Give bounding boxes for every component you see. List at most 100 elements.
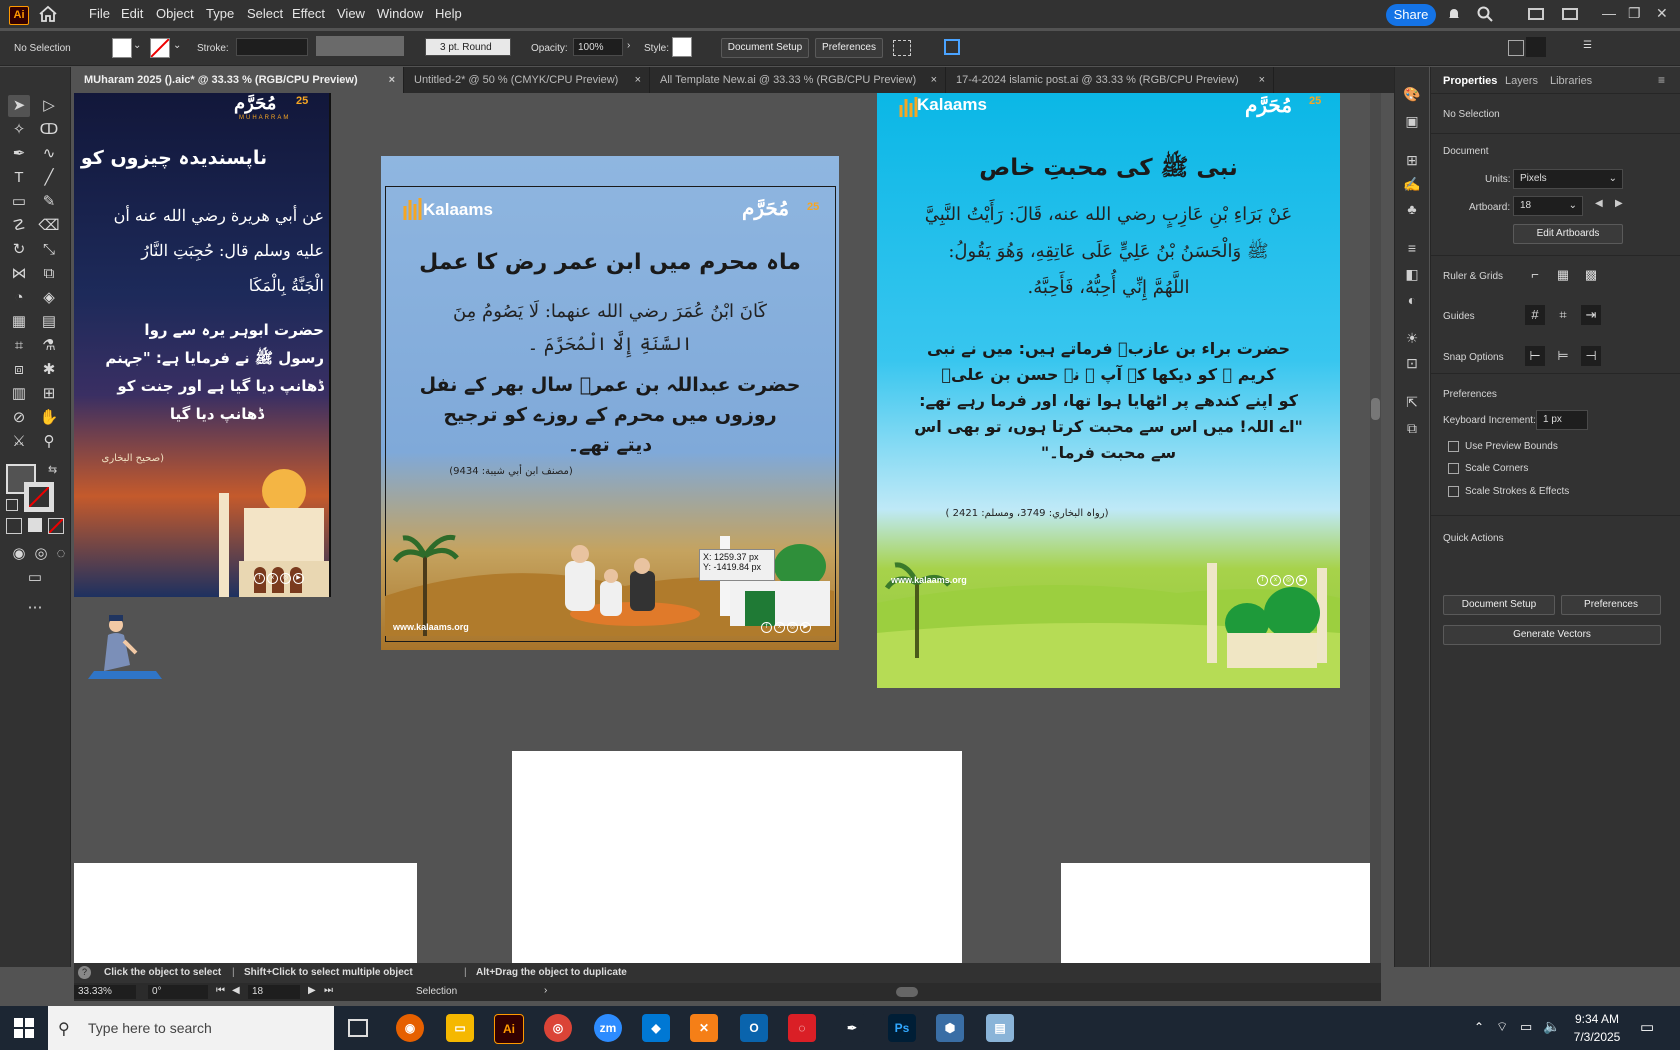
artboard-center[interactable]: Kalaams مُحَرَّم 25 ماہ محرم میں ابن عمر… [381, 156, 839, 650]
line-tool-icon[interactable]: ╱ [38, 167, 60, 189]
clock-date[interactable]: 7/3/2025 [1572, 1030, 1622, 1044]
color-mode-icon[interactable] [6, 518, 22, 534]
document-setup-button[interactable]: Document Setup [721, 38, 809, 58]
facebook-icon[interactable]: f [254, 573, 265, 584]
graphic-styles-icon[interactable]: ⊡ [1403, 354, 1421, 372]
menu-object[interactable]: Object [156, 6, 194, 21]
previous-artboard-icon[interactable]: ◀ [1595, 198, 1603, 209]
transparency-icon[interactable]: ◐ [1403, 291, 1421, 309]
notes-app-icon[interactable]: ▤ [986, 1014, 1014, 1042]
instagram-icon[interactable]: ◎ [787, 622, 798, 633]
tab-islamic-post[interactable]: 17-4-2024 islamic post.ai @ 33.33 % (RGB… [946, 67, 1274, 93]
panel-menu-icon[interactable]: ≡ [1658, 73, 1665, 87]
youtube-icon[interactable]: ▶ [1296, 575, 1307, 586]
rotate-tool-icon[interactable]: ↻ [8, 239, 30, 261]
share-button[interactable]: Share [1386, 4, 1436, 26]
x-icon[interactable]: x [267, 573, 278, 584]
align-icon[interactable] [1508, 40, 1524, 56]
chevron-down-icon[interactable]: ⌄ [133, 40, 141, 51]
free-transform-icon[interactable]: ⧉ [38, 263, 60, 285]
more-tools-icon[interactable]: ⋯ [24, 597, 46, 619]
selection-tool-icon[interactable]: ➤ [8, 95, 30, 117]
menu-window[interactable]: Window [377, 6, 423, 21]
zoom-field[interactable]: 33.33% [74, 985, 136, 999]
curvature-tool-icon[interactable]: ∿ [38, 143, 60, 165]
chevron-right-icon[interactable]: › [627, 40, 630, 51]
close-icon[interactable]: × [931, 67, 937, 93]
screen-mode-icon[interactable]: ▭ [24, 567, 46, 589]
brushes-icon[interactable]: ✍ [1403, 175, 1421, 193]
stroke-panel-icon[interactable]: ≡ [1403, 239, 1421, 257]
wifi-icon[interactable]: ⌔ [1496, 1019, 1508, 1035]
artboard-dropdown[interactable]: 18 ⌄ [1513, 196, 1583, 216]
snap-to-pixel-icon[interactable]: ⊣ [1581, 346, 1601, 366]
artboard-tool-icon[interactable]: ⊞ [38, 383, 60, 405]
export-icon[interactable]: ⇱ [1403, 393, 1421, 411]
artboard-left[interactable]: مُحَرَّم 25 MUHARRAM ناپسندیدہ چیزوں کو … [74, 93, 331, 597]
magic-wand-icon[interactable]: ✧ [8, 119, 30, 141]
variable-width-profile[interactable] [316, 36, 404, 56]
lock-guides-icon[interactable]: ⌗ [1553, 305, 1573, 325]
draw-normal-icon[interactable]: ◉ [8, 543, 30, 565]
show-guides-icon[interactable]: # [1525, 305, 1545, 325]
artboard-blank-left[interactable] [74, 863, 417, 963]
swap-colors-icon[interactable]: ⇆ [48, 463, 57, 476]
hand-tool-icon[interactable]: ✋ [38, 407, 60, 429]
x-icon[interactable]: x [1270, 575, 1281, 586]
task-view-icon[interactable] [348, 1019, 368, 1037]
menu-type[interactable]: Type [206, 6, 234, 21]
edit-artboards-button[interactable]: Edit Artboards [1513, 224, 1623, 244]
clock-time[interactable]: 9:34 AM [1572, 1012, 1622, 1026]
shape-builder-icon[interactable]: ◔ [8, 287, 30, 309]
units-dropdown[interactable]: Pixels ⌄ [1513, 169, 1623, 189]
xampp-icon[interactable]: ✕ [690, 1014, 718, 1042]
stroke-weight-field[interactable] [236, 38, 308, 56]
blend-tool-icon[interactable]: ⧈ [8, 359, 30, 381]
menu-file[interactable]: File [89, 6, 110, 21]
tab-untitled-2[interactable]: Untitled-2* @ 50 % (CMYK/CPU Preview) × [404, 67, 650, 93]
scrollbar-thumb[interactable] [1371, 398, 1380, 420]
slice-tool-icon[interactable]: ⊘ [8, 407, 30, 429]
close-icon[interactable]: × [635, 67, 641, 93]
file-explorer-icon[interactable]: ▭ [446, 1014, 474, 1042]
menu-help[interactable]: Help [435, 6, 462, 21]
brush-definition-dropdown[interactable]: 3 pt. Round [425, 38, 511, 56]
draw-inside-icon[interactable]: ◌ [50, 543, 72, 565]
knife-icon[interactable]: ⚔ [8, 431, 30, 453]
smart-guides-icon[interactable]: ⇥ [1581, 305, 1601, 325]
next-artboard-icon[interactable]: ▶ [308, 985, 316, 996]
volume-icon[interactable]: 🔈 [1543, 1018, 1560, 1035]
align-left-icon[interactable] [1526, 37, 1546, 57]
grid-icon[interactable]: ▦ [1553, 265, 1573, 285]
panel-layout-icon[interactable] [1562, 8, 1578, 20]
previous-artboard-icon[interactable]: ◀ [232, 985, 240, 996]
width-tool-icon[interactable]: ⋈ [8, 263, 30, 285]
instagram-icon[interactable]: ◎ [280, 573, 291, 584]
menu-select[interactable]: Select [247, 6, 283, 21]
close-icon[interactable]: × [1259, 67, 1265, 93]
stroke-swatch[interactable] [150, 38, 170, 58]
recolor-icon[interactable] [944, 39, 960, 55]
opacity-field[interactable]: 100% [573, 38, 623, 56]
home-icon[interactable] [38, 5, 58, 23]
youtube-icon[interactable]: ▶ [293, 573, 304, 584]
vertical-scrollbar[interactable] [1370, 93, 1381, 963]
menu-effect[interactable]: Effect [292, 6, 325, 21]
artboard-number-field[interactable]: 18 [248, 985, 300, 999]
lasso-icon[interactable]: ↀ [38, 119, 60, 141]
hamburger-menu-icon[interactable]: ☰ [1583, 40, 1592, 51]
maximize-icon[interactable]: ❐ [1628, 5, 1641, 22]
next-artboard-icon[interactable]: ▶ [1615, 198, 1623, 209]
artboard-blank-right[interactable] [1061, 863, 1381, 963]
rectangle-tool-icon[interactable]: ▭ [8, 191, 30, 213]
workspace-icon[interactable] [1528, 8, 1544, 20]
firefox-icon[interactable]: ◉ [396, 1014, 424, 1042]
paintbrush-icon[interactable]: ✎ [38, 191, 60, 213]
chevron-down-icon[interactable]: ⌄ [173, 40, 181, 51]
photoshop-icon[interactable]: Ps [888, 1014, 916, 1042]
minimize-icon[interactable]: — [1602, 5, 1616, 21]
none-mode-icon[interactable] [48, 518, 64, 534]
pen-tool-icon[interactable]: ✒ [8, 143, 30, 165]
gradient-icon[interactable]: ▤ [38, 311, 60, 333]
shaper-tool-icon[interactable]: ☡ [8, 215, 30, 237]
